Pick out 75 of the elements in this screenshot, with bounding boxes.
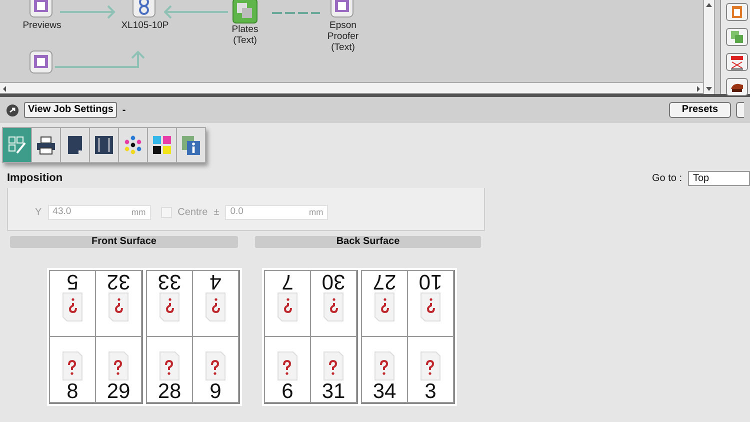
ink-dots-icon <box>122 134 144 156</box>
sidebar-button[interactable] <box>726 78 748 96</box>
view-job-settings-button[interactable]: View Job Settings <box>24 102 118 118</box>
checkbox[interactable] <box>160 206 172 218</box>
missing-page-icon <box>204 290 227 322</box>
printer-icon[interactable] <box>330 0 356 20</box>
plates-icon[interactable] <box>232 0 258 24</box>
color-swatches-icon <box>151 134 173 156</box>
unit-label: mm <box>309 206 324 218</box>
missing-page-icon <box>322 290 345 322</box>
printer-icon[interactable] <box>29 50 55 76</box>
missing-page-icon <box>419 350 442 382</box>
presets-button[interactable]: Presets <box>669 102 731 118</box>
missing-page-icon <box>107 350 130 382</box>
page-number: 32 <box>106 270 130 290</box>
missing-page-icon <box>276 290 299 322</box>
page-number: 9 <box>210 382 222 402</box>
missing-page-icon <box>322 350 345 382</box>
page-number: 4 <box>210 270 222 290</box>
section-title: Imposition <box>7 171 63 186</box>
field-value: 43.0 <box>52 204 72 219</box>
missing-page-icon <box>419 290 442 322</box>
dropdown-toggle[interactable]: - <box>122 102 126 118</box>
plus-minus-sign: ± <box>214 206 220 220</box>
surface-header: Front Surface <box>10 236 238 248</box>
connector-line <box>272 12 320 14</box>
page-number: 3 <box>424 382 436 402</box>
page-number: 29 <box>106 382 130 402</box>
toolbar-button[interactable] <box>736 102 744 118</box>
page-number: 28 <box>158 382 182 402</box>
page-number: 5 <box>66 270 78 290</box>
plates-icon[interactable] <box>729 29 746 45</box>
tool-tab[interactable] <box>32 128 60 162</box>
tool-tab[interactable] <box>90 128 118 162</box>
page-number: 6 <box>282 382 294 402</box>
page-number: 31 <box>322 382 346 402</box>
printer-icon <box>35 134 57 156</box>
page-number: 30 <box>322 270 346 290</box>
missing-page-icon <box>61 290 84 322</box>
goto-select[interactable]: Top <box>688 170 750 186</box>
node-label: Epson Proofer (Text) <box>326 20 360 53</box>
surface-header: Back Surface <box>255 236 481 248</box>
page-number: 10 <box>418 270 442 290</box>
missing-page-icon <box>373 290 396 322</box>
field-label: Y <box>35 206 42 220</box>
page-number: 33 <box>158 270 182 290</box>
node-label: Previews <box>22 20 62 31</box>
missing-page-icon <box>61 350 84 382</box>
unit-label: mm <box>132 206 146 218</box>
missing-page-icon <box>158 290 181 322</box>
page-number: 34 <box>372 382 396 402</box>
sidebar-button[interactable] <box>726 53 748 71</box>
grid-pencil-icon <box>6 134 28 156</box>
horizontal-scrollbar[interactable] <box>0 82 704 94</box>
tool-tab[interactable] <box>148 128 176 162</box>
info-icon <box>180 134 202 156</box>
connector-arrow <box>164 5 228 19</box>
goto-label: Go to : <box>652 172 682 186</box>
missing-page-icon <box>107 290 130 322</box>
checkbox-label: Centre <box>178 206 208 220</box>
page-number: 8 <box>66 382 78 402</box>
tool-tab[interactable] <box>61 128 89 162</box>
page-number: 27 <box>372 270 396 290</box>
vertical-scrollbar[interactable] <box>703 0 716 94</box>
missing-page-icon <box>276 350 299 382</box>
page-number: 7 <box>282 270 294 290</box>
field-value: 0.0 <box>230 204 244 219</box>
missing-page-icon <box>204 350 227 382</box>
connector-arrow <box>60 5 116 19</box>
node-label: Plates (Text) <box>230 24 260 46</box>
margins-icon <box>93 134 115 156</box>
printer-icon[interactable] <box>29 0 55 20</box>
missing-page-icon <box>373 350 396 382</box>
missing-page-icon <box>158 350 181 382</box>
node-label: XL105-10P <box>120 20 170 31</box>
